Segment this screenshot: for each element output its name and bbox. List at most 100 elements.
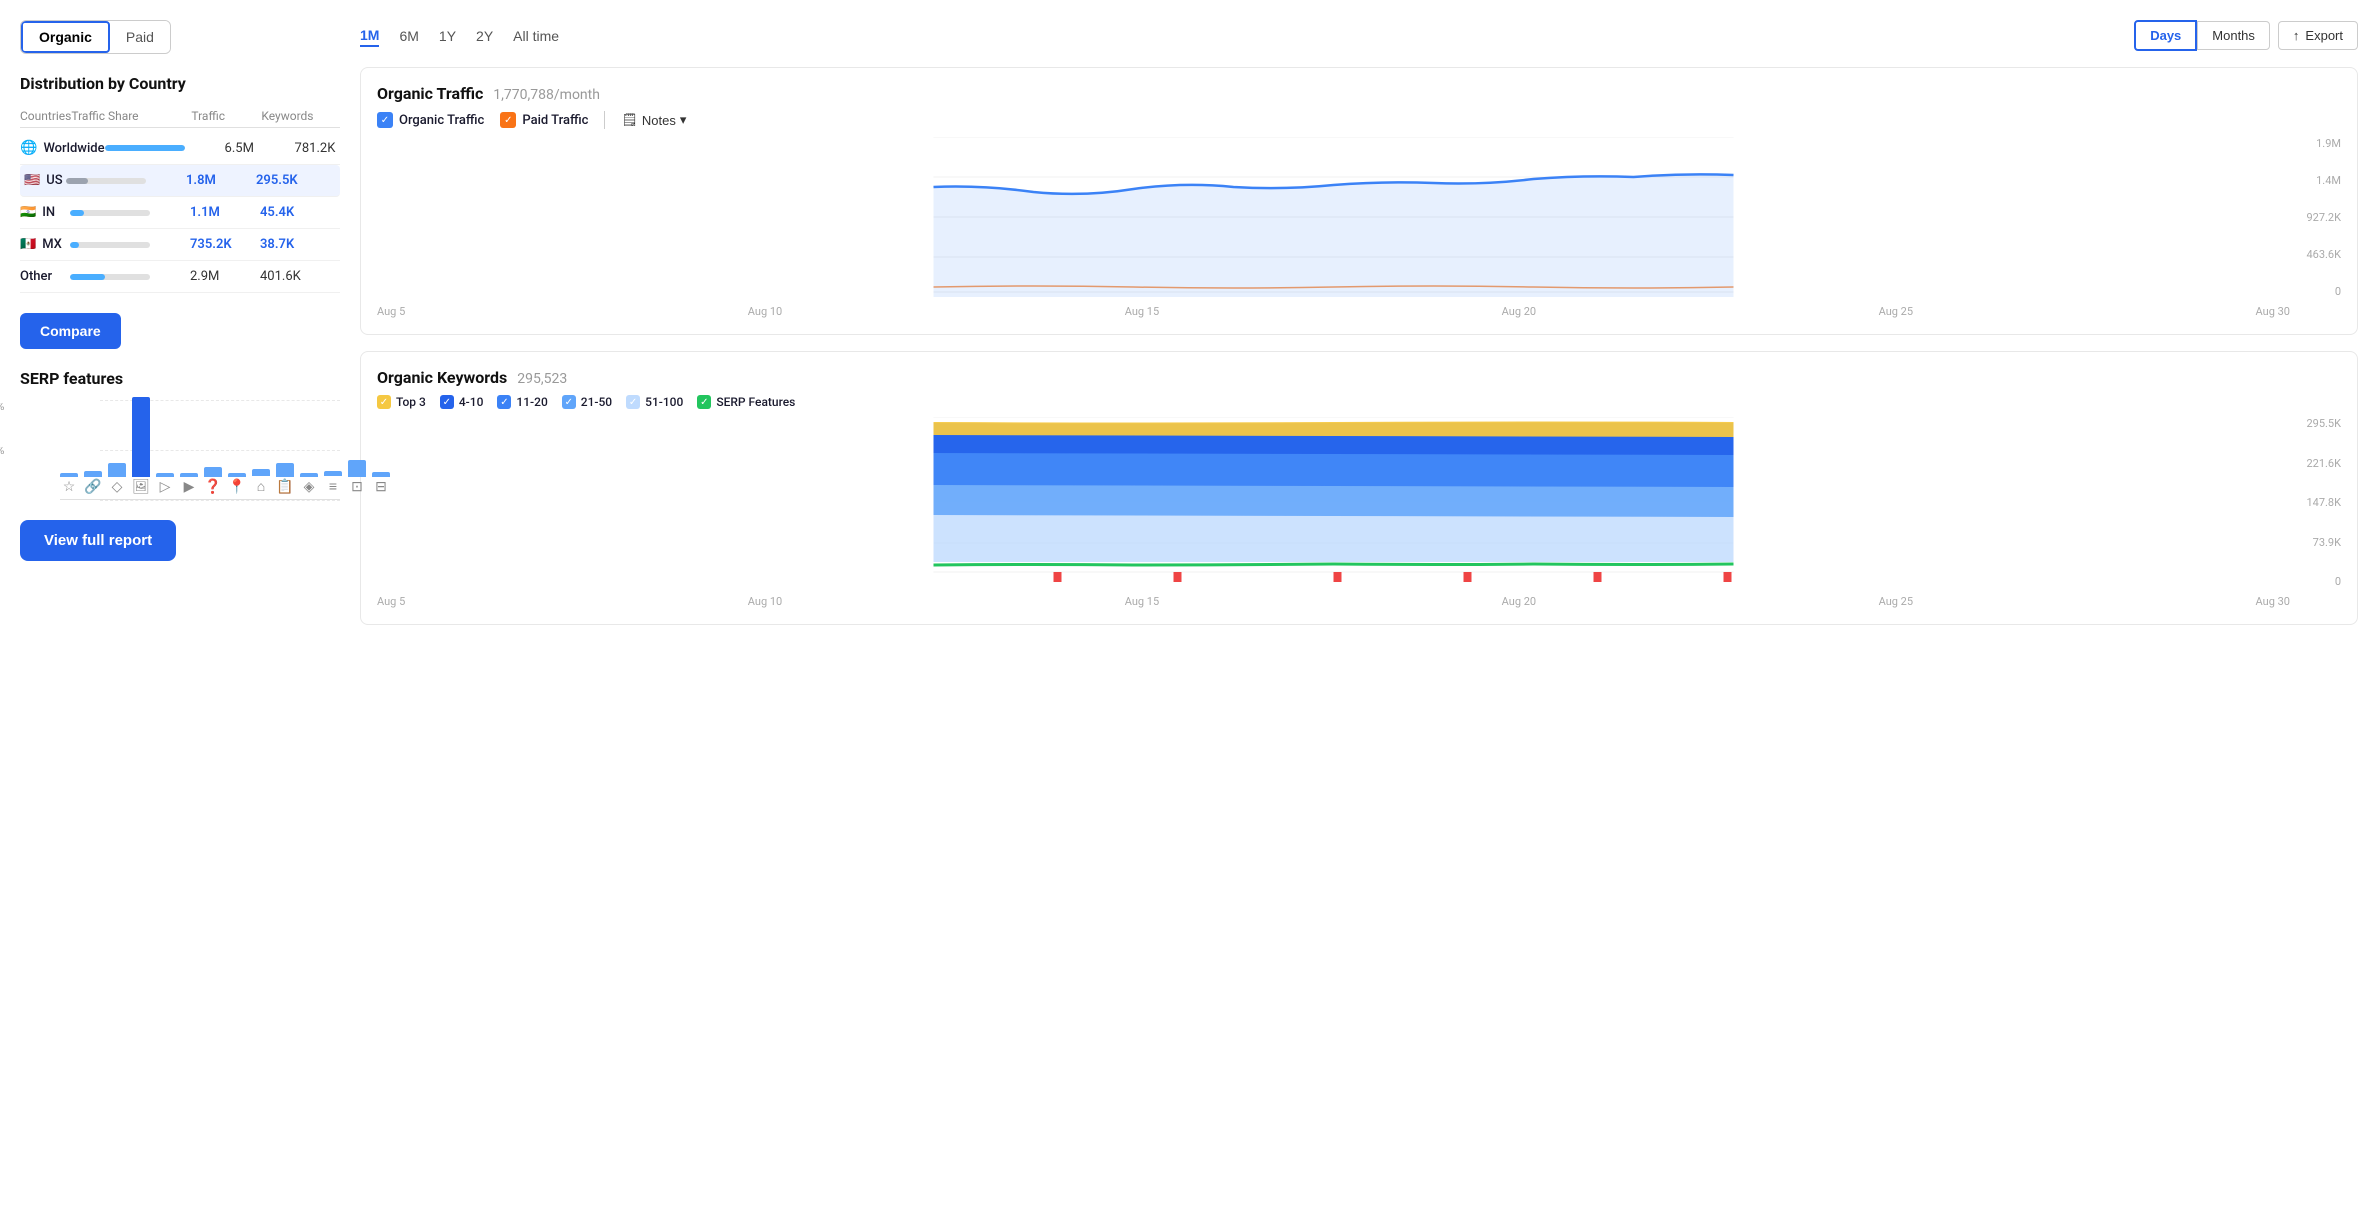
days-button[interactable]: Days <box>2134 20 2197 51</box>
keywords-x-axis: Aug 5 Aug 10 Aug 15 Aug 20 Aug 25 Aug 30 <box>377 591 2290 608</box>
legend-divider <box>604 111 605 129</box>
kw-51-100-label: 51-100 <box>645 395 683 409</box>
country-worldwide: 🌐 Worldwide <box>20 140 105 156</box>
serp-bar-item: ⊟ <box>372 472 390 495</box>
serp-bars: ☆ 🔗 ◇ 🖼 ▷ ▶ ❓ 📍 ⌂ 📋 ◈ ≡ ⊡ ⊟ <box>60 400 340 500</box>
4-10-check-icon: ✓ <box>440 395 454 409</box>
keywords-y-axis: 295.5K 221.6K 147.8K 73.9K 0 <box>2296 417 2341 608</box>
serp-bar-item: 📋 <box>276 463 294 495</box>
col-countries: Countries <box>20 109 71 123</box>
legend-organic: ✓ Organic Traffic <box>377 112 484 128</box>
months-button[interactable]: Months <box>2197 21 2270 50</box>
legend-organic-label: Organic Traffic <box>399 113 484 128</box>
bar-us <box>66 178 186 184</box>
time-btn-1m[interactable]: 1M <box>360 25 379 47</box>
view-full-report-button[interactable]: View full report <box>20 520 176 561</box>
notes-label: Notes <box>642 113 676 128</box>
compare-button[interactable]: Compare <box>20 313 121 349</box>
time-btn-alltime[interactable]: All time <box>513 26 559 46</box>
table-row: Other 2.9M 401.6K <box>20 261 340 293</box>
kw-legend-11-20: ✓ 11-20 <box>497 395 547 409</box>
organic-keywords-section: Organic Keywords 295,523 ✓ Top 3 ✓ 4-10 … <box>360 351 2358 625</box>
bar-other <box>70 274 190 280</box>
organic-tab[interactable]: Organic <box>21 21 110 53</box>
time-btn-2y[interactable]: 2Y <box>476 26 493 46</box>
organic-keywords-title-row: Organic Keywords 295,523 <box>377 368 2341 387</box>
kw-legend-top3: ✓ Top 3 <box>377 395 426 409</box>
notes-icon: 🗒 <box>621 112 638 128</box>
right-panel: 1M 6M 1Y 2Y All time Days Months ↑ Expor… <box>360 20 2358 1194</box>
col-keywords: Keywords <box>261 109 341 123</box>
legend-paid: ✓ Paid Traffic <box>500 112 588 128</box>
keywords-svg <box>377 417 2290 587</box>
serp-bar-item: ⊡ <box>348 460 366 495</box>
serp-bar-item: ◇ <box>108 463 126 495</box>
organic-traffic-x-axis: Aug 5 Aug 10 Aug 15 Aug 20 Aug 25 Aug 30 <box>377 301 2290 318</box>
keywords-chart: Aug 5 Aug 10 Aug 15 Aug 20 Aug 25 Aug 30 <box>377 417 2290 608</box>
serp-y-axis: 46% 23% 0% <box>0 400 4 500</box>
kw-legend-51-100: ✓ 51-100 <box>626 395 683 409</box>
organic-traffic-subtitle: 1,770,788/month <box>493 87 600 103</box>
organic-traffic-chart: Aug 5 Aug 10 Aug 15 Aug 20 Aug 25 Aug 30 <box>377 137 2290 318</box>
col-traffic-share: Traffic Share <box>71 109 191 123</box>
keywords-mx: 38.7K <box>260 237 340 252</box>
time-controls: 1M 6M 1Y 2Y All time Days Months ↑ Expor… <box>360 20 2358 51</box>
organic-paid-tabs: Organic Paid <box>20 20 171 54</box>
kw-legend-21-50: ✓ 21-50 <box>562 395 612 409</box>
keywords-in: 45.4K <box>260 205 340 220</box>
table-header: Countries Traffic Share Traffic Keywords <box>20 105 340 128</box>
serp-bar-item: ❓ <box>204 467 222 495</box>
left-panel: Organic Paid Distribution by Country Cou… <box>20 20 340 1194</box>
country-in: 🇮🇳 IN <box>20 205 70 220</box>
keywords-chart-wrapper: Aug 5 Aug 10 Aug 15 Aug 20 Aug 25 Aug 30… <box>377 417 2341 608</box>
serp-bar-item: 🖼 <box>132 397 150 495</box>
21-50-check-icon: ✓ <box>562 395 576 409</box>
kw-21-50-label: 21-50 <box>581 395 612 409</box>
notes-chevron-icon: ▾ <box>680 112 687 128</box>
serp-title: SERP features <box>20 369 340 388</box>
paid-tab[interactable]: Paid <box>110 21 170 53</box>
days-months-toggle: Days Months <box>2134 20 2270 51</box>
organic-traffic-title-row: Organic Traffic 1,770,788/month <box>377 84 2341 103</box>
right-controls: Days Months ↑ Export <box>2134 20 2358 51</box>
traffic-mx: 735.2K <box>190 237 260 252</box>
export-button[interactable]: ↑ Export <box>2278 21 2358 50</box>
traffic-us: 1.8M <box>186 173 256 188</box>
serp-chart: 46% 23% 0% ☆ 🔗 ◇ 🖼 ▷ ▶ ❓ <box>20 400 340 500</box>
traffic-worldwide: 6.5M <box>225 141 295 156</box>
organic-traffic-chart-wrapper: Aug 5 Aug 10 Aug 15 Aug 20 Aug 25 Aug 30… <box>377 137 2341 318</box>
serp-bar-item: 📍 <box>228 473 246 495</box>
top3-check-icon: ✓ <box>377 395 391 409</box>
serp-bar-item: ☆ <box>60 473 78 495</box>
kw-legend-4-10: ✓ 4-10 <box>440 395 484 409</box>
serp-bar-item: ▶ <box>180 473 198 495</box>
time-nav: 1M 6M 1Y 2Y All time <box>360 25 559 47</box>
paid-check-icon: ✓ <box>500 112 516 128</box>
export-icon: ↑ <box>2293 28 2300 43</box>
serp-section: SERP features 46% 23% 0% ☆ 🔗 ◇ 🖼 <box>20 369 340 500</box>
11-20-check-icon: ✓ <box>497 395 511 409</box>
traffic-other: 2.9M <box>190 269 260 284</box>
time-btn-6m[interactable]: 6M <box>399 26 418 46</box>
organic-traffic-y-axis: 1.9M 1.4M 927.2K 463.6K 0 <box>2296 137 2341 318</box>
country-other: Other <box>20 269 70 284</box>
organic-traffic-legend: ✓ Organic Traffic ✓ Paid Traffic 🗒 Notes… <box>377 111 2341 129</box>
legend-paid-label: Paid Traffic <box>522 113 588 128</box>
51-100-check-icon: ✓ <box>626 395 640 409</box>
table-row: 🇮🇳 IN 1.1M 45.4K <box>20 197 340 229</box>
distribution-title: Distribution by Country <box>20 74 340 93</box>
organic-traffic-title: Organic Traffic <box>377 84 483 103</box>
kw-serp-label: SERP Features <box>716 395 795 409</box>
kw-legend-serp: ✓ SERP Features <box>697 395 795 409</box>
organic-check-icon: ✓ <box>377 112 393 128</box>
notes-button[interactable]: 🗒 Notes ▾ <box>621 112 686 128</box>
country-mx: 🇲🇽 MX <box>20 237 70 252</box>
time-btn-1y[interactable]: 1Y <box>439 26 456 46</box>
keywords-us: 295.5K <box>256 173 336 188</box>
serp-bar-item: ⌂ <box>252 469 270 495</box>
organic-keywords-title: Organic Keywords <box>377 368 507 387</box>
table-row: 🇲🇽 MX 735.2K 38.7K <box>20 229 340 261</box>
country-us: 🇺🇸 US <box>24 173 66 188</box>
bar-mx <box>70 242 190 248</box>
keywords-legend: ✓ Top 3 ✓ 4-10 ✓ 11-20 ✓ 21-50 ✓ 51-10 <box>377 395 2341 409</box>
